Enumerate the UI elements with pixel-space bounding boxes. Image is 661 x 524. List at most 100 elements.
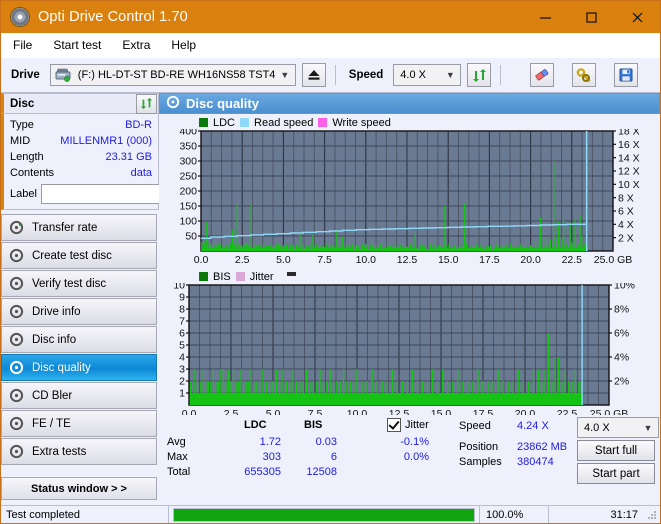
svg-text:2.5: 2.5: [235, 254, 250, 266]
eraser-icon: [535, 69, 549, 81]
disc-row-contents: Contents data: [10, 165, 152, 181]
eject-icon: [308, 70, 320, 80]
nav-list: Transfer rate Create test disc Verify te…: [1, 214, 159, 465]
sidebar-item-cd-bler[interactable]: CD Bler: [1, 382, 157, 409]
erase-button[interactable]: [530, 63, 555, 87]
maximize-icon[interactable]: [568, 1, 614, 33]
speed-value: 4.0 X: [400, 69, 426, 81]
svg-text:12.5: 12.5: [397, 254, 418, 266]
svg-text:10%: 10%: [614, 283, 635, 292]
svg-text:2 X: 2 X: [618, 232, 634, 244]
sidebar-item-drive-info[interactable]: Drive info: [1, 298, 157, 325]
stats-panel: LDC BIS Jitter Avg 1.72 0.03 -0.1% Max 3…: [159, 415, 660, 493]
jitter-checkbox[interactable]: [387, 418, 401, 432]
application-window: Opti Drive Control 1.70 File Start test …: [0, 0, 661, 524]
legend-label-bis: BIS: [213, 270, 231, 283]
minimize-icon[interactable]: [522, 1, 568, 33]
speed-stat-value: 4.24 X: [517, 420, 549, 432]
start-full-button[interactable]: Start full: [577, 440, 655, 461]
disc-row-mid: MID MILLENMR1 (000): [10, 133, 152, 149]
start-part-button[interactable]: Start part: [577, 463, 655, 484]
resize-grip-icon[interactable]: [646, 509, 658, 521]
stats-row-avg-label: Avg: [167, 436, 186, 448]
stats-total-bis: 12508: [306, 466, 337, 478]
sidebar-item-disc-quality[interactable]: Disc quality: [1, 354, 157, 381]
disc-quality-panel: Disc quality LDC Read speed Write speed …: [159, 93, 660, 493]
sidebar-item-extra-tests[interactable]: Extra tests: [1, 438, 157, 465]
jitter-marker-icon: [286, 271, 296, 276]
chevron-down-icon[interactable]: ▼: [640, 423, 656, 433]
chevron-down-icon[interactable]: ▼: [277, 70, 293, 80]
drive-select[interactable]: (F:) HL-DT-ST BD-RE WH16NS58 TST4 ▼: [49, 64, 296, 86]
disc-group-header: Disc: [1, 93, 159, 114]
disc-info-box: Type BD-R MID MILLENMR1 (000) Length 23.…: [1, 114, 244, 210]
svg-text:4 X: 4 X: [618, 219, 634, 231]
svg-text:3: 3: [179, 364, 185, 376]
disc-mid-value: MILLENMR1 (000): [60, 135, 152, 147]
test-speed-select[interactable]: 4.0 X ▼: [577, 417, 659, 438]
sidebar-item-label: Verify test disc: [32, 277, 107, 290]
refresh-button[interactable]: [467, 63, 492, 87]
svg-text:22.5: 22.5: [562, 254, 583, 266]
stats-max-bis: 6: [330, 451, 337, 463]
legend-swatch-read-speed: [240, 118, 250, 127]
legend-label-jitter: Jitter: [249, 270, 274, 283]
legend-label-write-speed: Write speed: [332, 116, 391, 129]
save-icon: [619, 68, 633, 82]
close-icon[interactable]: [614, 1, 660, 33]
svg-text:400: 400: [179, 129, 197, 138]
svg-text:8 X: 8 X: [618, 192, 634, 204]
sidebar-item-create-test-disc[interactable]: Create test disc: [1, 242, 157, 269]
disc-label-row: Label: [10, 183, 244, 204]
chevron-down-icon[interactable]: ▼: [442, 70, 458, 80]
menu-item-extra[interactable]: Extra: [120, 36, 152, 54]
speed-label: Speed: [348, 69, 384, 81]
chart-top-legend: LDC Read speed Write speed: [163, 116, 656, 129]
samples-stat-label: Samples: [459, 456, 502, 468]
chart-top-wrap: LDC Read speed Write speed 50 100 150 200 25…: [159, 114, 660, 269]
svg-text:8%: 8%: [614, 304, 629, 316]
menu-item-file[interactable]: File: [11, 36, 34, 54]
stats-col-ldc: LDC: [244, 419, 267, 431]
chart-bottom-legend: BIS Jitter: [163, 270, 656, 283]
toolbar-separator: [334, 65, 336, 85]
sidebar-item-label: Create test disc: [32, 249, 112, 262]
sidebar-item-disc-info[interactable]: Disc info: [1, 326, 157, 353]
eject-button[interactable]: [301, 63, 326, 87]
disc-group-title: Disc: [10, 97, 35, 110]
svg-text:150: 150: [179, 201, 197, 213]
svg-text:50: 50: [185, 231, 197, 243]
stats-avg-bis: 0.03: [315, 436, 337, 448]
svg-text:16 X: 16 X: [618, 139, 640, 151]
stats-col-jitter: Jitter: [405, 419, 429, 431]
sidebar-item-fe-te[interactable]: FE / TE: [1, 410, 157, 437]
speed-select[interactable]: 4.0 X ▼: [393, 64, 462, 86]
disc-type-value: BD-R: [125, 119, 152, 131]
elapsed-time: 31:17: [610, 508, 638, 521]
stats-total-ldc: 655305: [244, 466, 281, 478]
svg-text:5: 5: [179, 340, 185, 352]
position-stat-label: Position: [459, 441, 499, 453]
speed-stat-label: Speed: [459, 420, 491, 432]
panel-header: Disc quality: [159, 93, 660, 114]
disc-label-caption: Label: [10, 187, 37, 200]
disc-refresh-button[interactable]: [136, 93, 157, 114]
status-window-button[interactable]: Status window > >: [1, 477, 157, 500]
save-button[interactable]: [614, 63, 639, 87]
toolbar-separator: [500, 65, 502, 85]
tools-button[interactable]: [572, 63, 597, 87]
menu-item-start-test[interactable]: Start test: [51, 36, 103, 54]
disc-icon: [9, 332, 24, 347]
sidebar-item-label: FE / TE: [32, 417, 71, 430]
legend-label-ldc: LDC: [213, 116, 236, 129]
stats-max-ldc: 303: [262, 451, 281, 463]
disc-icon: [9, 248, 24, 263]
disc-icon: [9, 276, 24, 291]
menu-item-help[interactable]: Help: [169, 36, 198, 54]
sidebar-item-verify-test-disc[interactable]: Verify test disc: [1, 270, 157, 297]
chart-bottom-wrap: BIS Jitter 1 2 3 4 5 6 7 8 9 10 2% 4% 6% 8% 10% 0.0 2.5 5…: [159, 269, 660, 423]
svg-text:0.0: 0.0: [194, 254, 209, 266]
refresh-icon: [472, 68, 486, 82]
sidebar-item-transfer-rate[interactable]: Transfer rate: [1, 214, 157, 241]
svg-text:8: 8: [179, 304, 185, 316]
